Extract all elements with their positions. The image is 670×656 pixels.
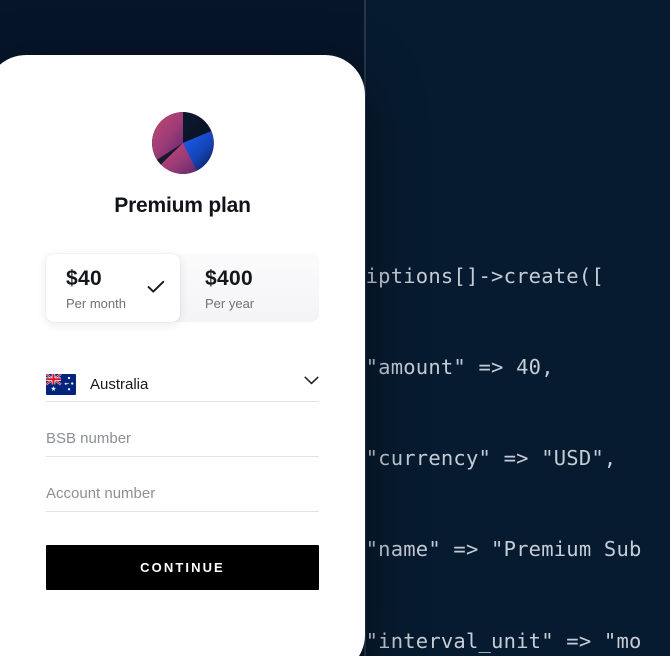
bsb-number-field-row[interactable] bbox=[46, 402, 319, 457]
code-line: - ["amount" => 40, bbox=[364, 355, 554, 380]
price-period: Per year bbox=[205, 296, 255, 311]
chevron-down-icon[interactable] bbox=[304, 376, 319, 385]
code-line: "interval_unit" => "mo bbox=[365, 628, 642, 653]
country-label: Australia bbox=[90, 375, 149, 393]
price-period: Per month bbox=[66, 296, 126, 311]
page-title: Premium plan bbox=[114, 194, 251, 217]
flag-australia-icon bbox=[46, 373, 76, 395]
checkout-form: Premium plan $40 Per month $400 Per year bbox=[0, 55, 365, 656]
continue-button[interactable]: CONTINUE bbox=[46, 545, 319, 590]
code-line: "currency" => "USD", bbox=[365, 446, 617, 471]
phone-card: Premium plan $40 Per month $400 Per year bbox=[0, 55, 365, 656]
country-select[interactable]: Australia bbox=[46, 367, 319, 402]
code-line: "name" => "Premium Sub bbox=[365, 537, 642, 562]
bsb-number-input[interactable] bbox=[46, 430, 319, 452]
check-icon bbox=[147, 280, 165, 293]
code-line: scriptions[]->create([ bbox=[365, 263, 604, 288]
price-amount: $400 bbox=[205, 267, 253, 290]
price-option-monthly[interactable]: $40 Per month bbox=[46, 254, 180, 322]
price-option-yearly[interactable]: $400 Per year bbox=[201, 254, 341, 322]
account-number-field-row[interactable] bbox=[46, 457, 319, 512]
account-number-input[interactable] bbox=[46, 485, 319, 507]
gocardless-pie-logo-icon bbox=[151, 112, 214, 174]
logo-container bbox=[0, 55, 365, 174]
code-block: scriptions[]->create([ - ["amount" => 40… bbox=[364, 200, 642, 656]
pricing-selector: $40 Per month $400 Per year bbox=[46, 254, 319, 322]
code-panel: scriptions[]->create([ - ["amount" => 40… bbox=[364, 0, 670, 656]
